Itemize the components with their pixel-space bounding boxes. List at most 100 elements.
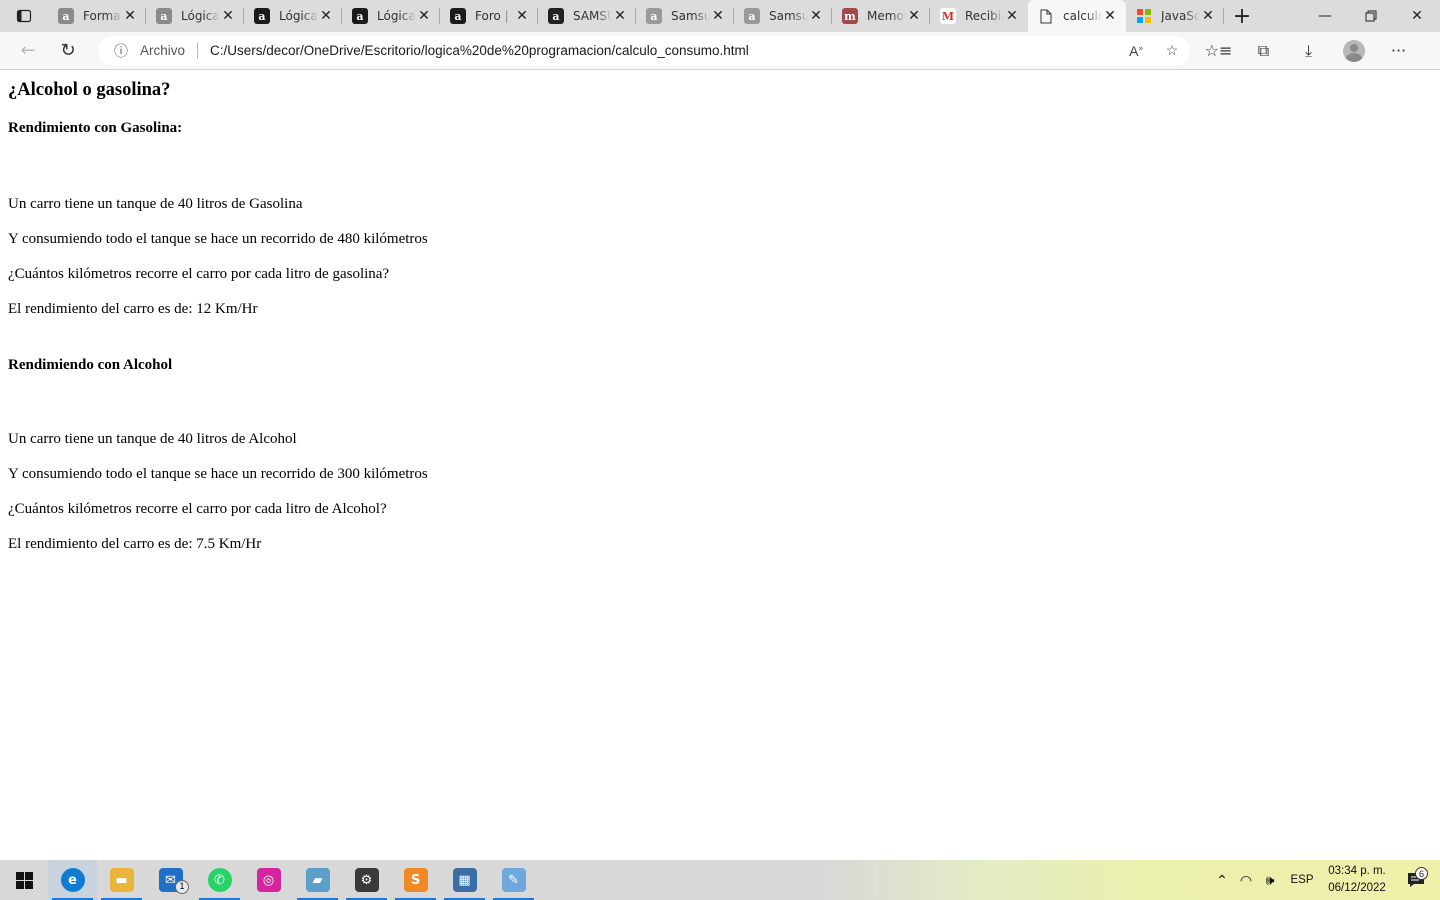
settings-icon: ⚙ xyxy=(354,868,379,892)
close-tab-icon[interactable]: ✕ xyxy=(220,8,236,24)
unread-count-badge: 1 xyxy=(175,880,189,894)
volume-icon[interactable]: 🕪 xyxy=(1258,872,1282,889)
tab-actions-button[interactable] xyxy=(0,0,48,32)
close-tab-icon[interactable]: ✕ xyxy=(1200,8,1216,24)
settings-menu-button[interactable]: ··· xyxy=(1376,35,1421,67)
browser-tab[interactable]: m Memoria✕ xyxy=(832,0,930,32)
browser-tab[interactable]: a Lógica ✕ xyxy=(244,0,342,32)
tab-title: Samsung xyxy=(671,9,710,23)
close-tab-icon[interactable]: ✕ xyxy=(808,8,824,24)
tab-title: Lógica xyxy=(279,9,318,23)
tab-title: Formación xyxy=(83,9,122,23)
tab-title: SAMSUNG xyxy=(573,9,612,23)
clock-date: 06/12/2022 xyxy=(1328,882,1386,894)
collections-button[interactable]: ⧉ xyxy=(1241,35,1286,67)
taskbar: e ▬ ✉ 1 ✆ ◎ ▰ ⚙ S ▦ ✎ ⌃ ◠ 🕪 ESP 03:34 p. m. 06/12/… xyxy=(0,860,1440,900)
site-favicon-icon: m xyxy=(842,8,858,24)
close-tab-icon[interactable]: ✕ xyxy=(1102,8,1118,24)
notifications-button[interactable]: 6 xyxy=(1392,867,1440,888)
info-icon[interactable]: ⓘ xyxy=(114,41,132,61)
close-tab-icon[interactable]: ✕ xyxy=(612,8,628,24)
clock-time: 03:34 p. m. xyxy=(1328,865,1386,877)
alcohol-tank-text: Un carro tiene un tanque de 40 litros de… xyxy=(8,431,297,447)
address-bar[interactable]: ⓘ Archivo C:/Users/decor/OneDrive/Escrit… xyxy=(98,35,1190,66)
favorites-icon: ☆≡ xyxy=(1204,41,1233,60)
back-button[interactable]: ← xyxy=(8,35,48,67)
page-content: ¿Alcohol o gasolina? Rendimiento con Gas… xyxy=(8,71,1428,553)
close-tab-icon[interactable]: ✕ xyxy=(906,8,922,24)
clock[interactable]: 03:34 p. m. 06/12/2022 xyxy=(1322,863,1392,897)
taskbar-app-calculator[interactable]: ▦ xyxy=(440,860,489,900)
browser-tab[interactable]: JavaScript✕ xyxy=(1126,0,1224,32)
browser-toolbar: ← ↻ ⓘ Archivo C:/Users/decor/OneDrive/Es… xyxy=(0,32,1440,70)
avatar xyxy=(1342,39,1365,62)
document-icon xyxy=(1038,8,1054,24)
browser-tab[interactable]: a Samsung✕ xyxy=(734,0,832,32)
close-tab-icon[interactable]: ✕ xyxy=(416,8,432,24)
close-tab-icon[interactable]: ✕ xyxy=(122,8,138,24)
alcohol-distance-text: Y consumiendo todo el tanque se hace un … xyxy=(8,466,428,482)
chevron-up-icon[interactable]: ⌃ xyxy=(1210,872,1234,889)
plus-icon: + xyxy=(1232,3,1252,29)
tab-title: Samsung xyxy=(769,9,808,23)
browser-tab[interactable]: a SAMSUNG✕ xyxy=(538,0,636,32)
language-indicator[interactable]: ESP xyxy=(1282,874,1322,886)
profile-button[interactable] xyxy=(1331,35,1376,67)
site-favicon-icon: a xyxy=(254,8,270,24)
favorites-button[interactable]: ☆≡ xyxy=(1196,35,1241,67)
close-tab-icon[interactable]: ✕ xyxy=(710,8,726,24)
taskbar-app-settings[interactable]: ⚙ xyxy=(342,860,391,900)
refresh-icon: ↻ xyxy=(60,40,76,61)
taskbar-app-file-explorer[interactable]: ▬ xyxy=(97,860,146,900)
taskbar-app-notes[interactable]: ▰ xyxy=(293,860,342,900)
tab-title: Lógica xyxy=(377,9,416,23)
alcohol-result-text: El rendimiento del carro es de: 7.5 Km/H… xyxy=(8,536,262,552)
taskbar-app-edge[interactable]: e xyxy=(48,860,97,900)
minimize-icon: — xyxy=(1318,8,1332,24)
calculator-icon: ▦ xyxy=(452,868,477,892)
system-tray: ⌃ ◠ 🕪 ESP 03:34 p. m. 06/12/2022 6 xyxy=(1210,860,1440,900)
alcohol-question-text: ¿Cuántos kilómetros recorre el carro por… xyxy=(8,501,387,517)
close-window-button[interactable]: ✕ xyxy=(1394,0,1440,32)
gasoline-heading: Rendimiento con Gasolina: xyxy=(8,120,183,136)
browser-tab[interactable]: a Formación✕ xyxy=(48,0,146,32)
browser-tab[interactable]: a Samsung✕ xyxy=(636,0,734,32)
restore-button[interactable] xyxy=(1348,0,1394,32)
back-arrow-icon: ← xyxy=(20,40,36,61)
start-button[interactable] xyxy=(0,860,48,900)
site-favicon-icon: a xyxy=(352,8,368,24)
browser-tab[interactable]: a Lógica ✕ xyxy=(146,0,244,32)
wifi-icon[interactable]: ◠ xyxy=(1234,872,1258,889)
taskbar-app-whatsapp[interactable]: ✆ xyxy=(195,860,244,900)
downloads-button[interactable]: ⤓ xyxy=(1286,35,1331,67)
read-aloud-icon[interactable]: A» xyxy=(1118,43,1154,59)
taskbar-app-mail[interactable]: ✉ 1 xyxy=(146,860,195,900)
taskbar-app-sublime-text[interactable]: S xyxy=(391,860,440,900)
taskbar-app-instagram[interactable]: ◎ xyxy=(244,860,293,900)
paint-icon: ✎ xyxy=(501,868,526,892)
more-icon: ··· xyxy=(1390,41,1407,60)
new-tab-button[interactable]: + xyxy=(1224,0,1260,32)
browser-tab[interactable]: M Recibidos✕ xyxy=(930,0,1028,32)
tab-title: Foro | xyxy=(475,9,509,23)
browser-tab[interactable]: a Foro | ✕ xyxy=(440,0,538,32)
minimize-button[interactable]: — xyxy=(1302,0,1348,32)
tab-title: calculo xyxy=(1063,9,1102,23)
refresh-button[interactable]: ↻ xyxy=(48,35,88,67)
gasoline-tank-text: Un carro tiene un tanque de 40 litros de… xyxy=(8,196,303,212)
close-tab-icon[interactable]: ✕ xyxy=(1004,8,1020,24)
taskbar-app-paint[interactable]: ✎ xyxy=(489,860,538,900)
tab-actions-icon xyxy=(16,9,32,23)
site-favicon-icon: a xyxy=(156,8,172,24)
add-favorite-icon[interactable]: ☆ xyxy=(1154,42,1190,59)
tab-title: Lógica xyxy=(181,9,220,23)
browser-tab[interactable]: calculo ✕ xyxy=(1028,0,1126,32)
browser-tab[interactable]: a Lógica ✕ xyxy=(342,0,440,32)
close-tab-icon[interactable]: ✕ xyxy=(318,8,334,24)
site-favicon-icon: a xyxy=(744,8,760,24)
notes-icon: ▰ xyxy=(305,868,330,892)
url-text[interactable]: C:/Users/decor/OneDrive/Escritorio/logic… xyxy=(210,43,1118,58)
restore-icon xyxy=(1365,10,1377,22)
close-tab-icon[interactable]: ✕ xyxy=(514,8,530,24)
site-favicon-icon: a xyxy=(58,8,74,24)
